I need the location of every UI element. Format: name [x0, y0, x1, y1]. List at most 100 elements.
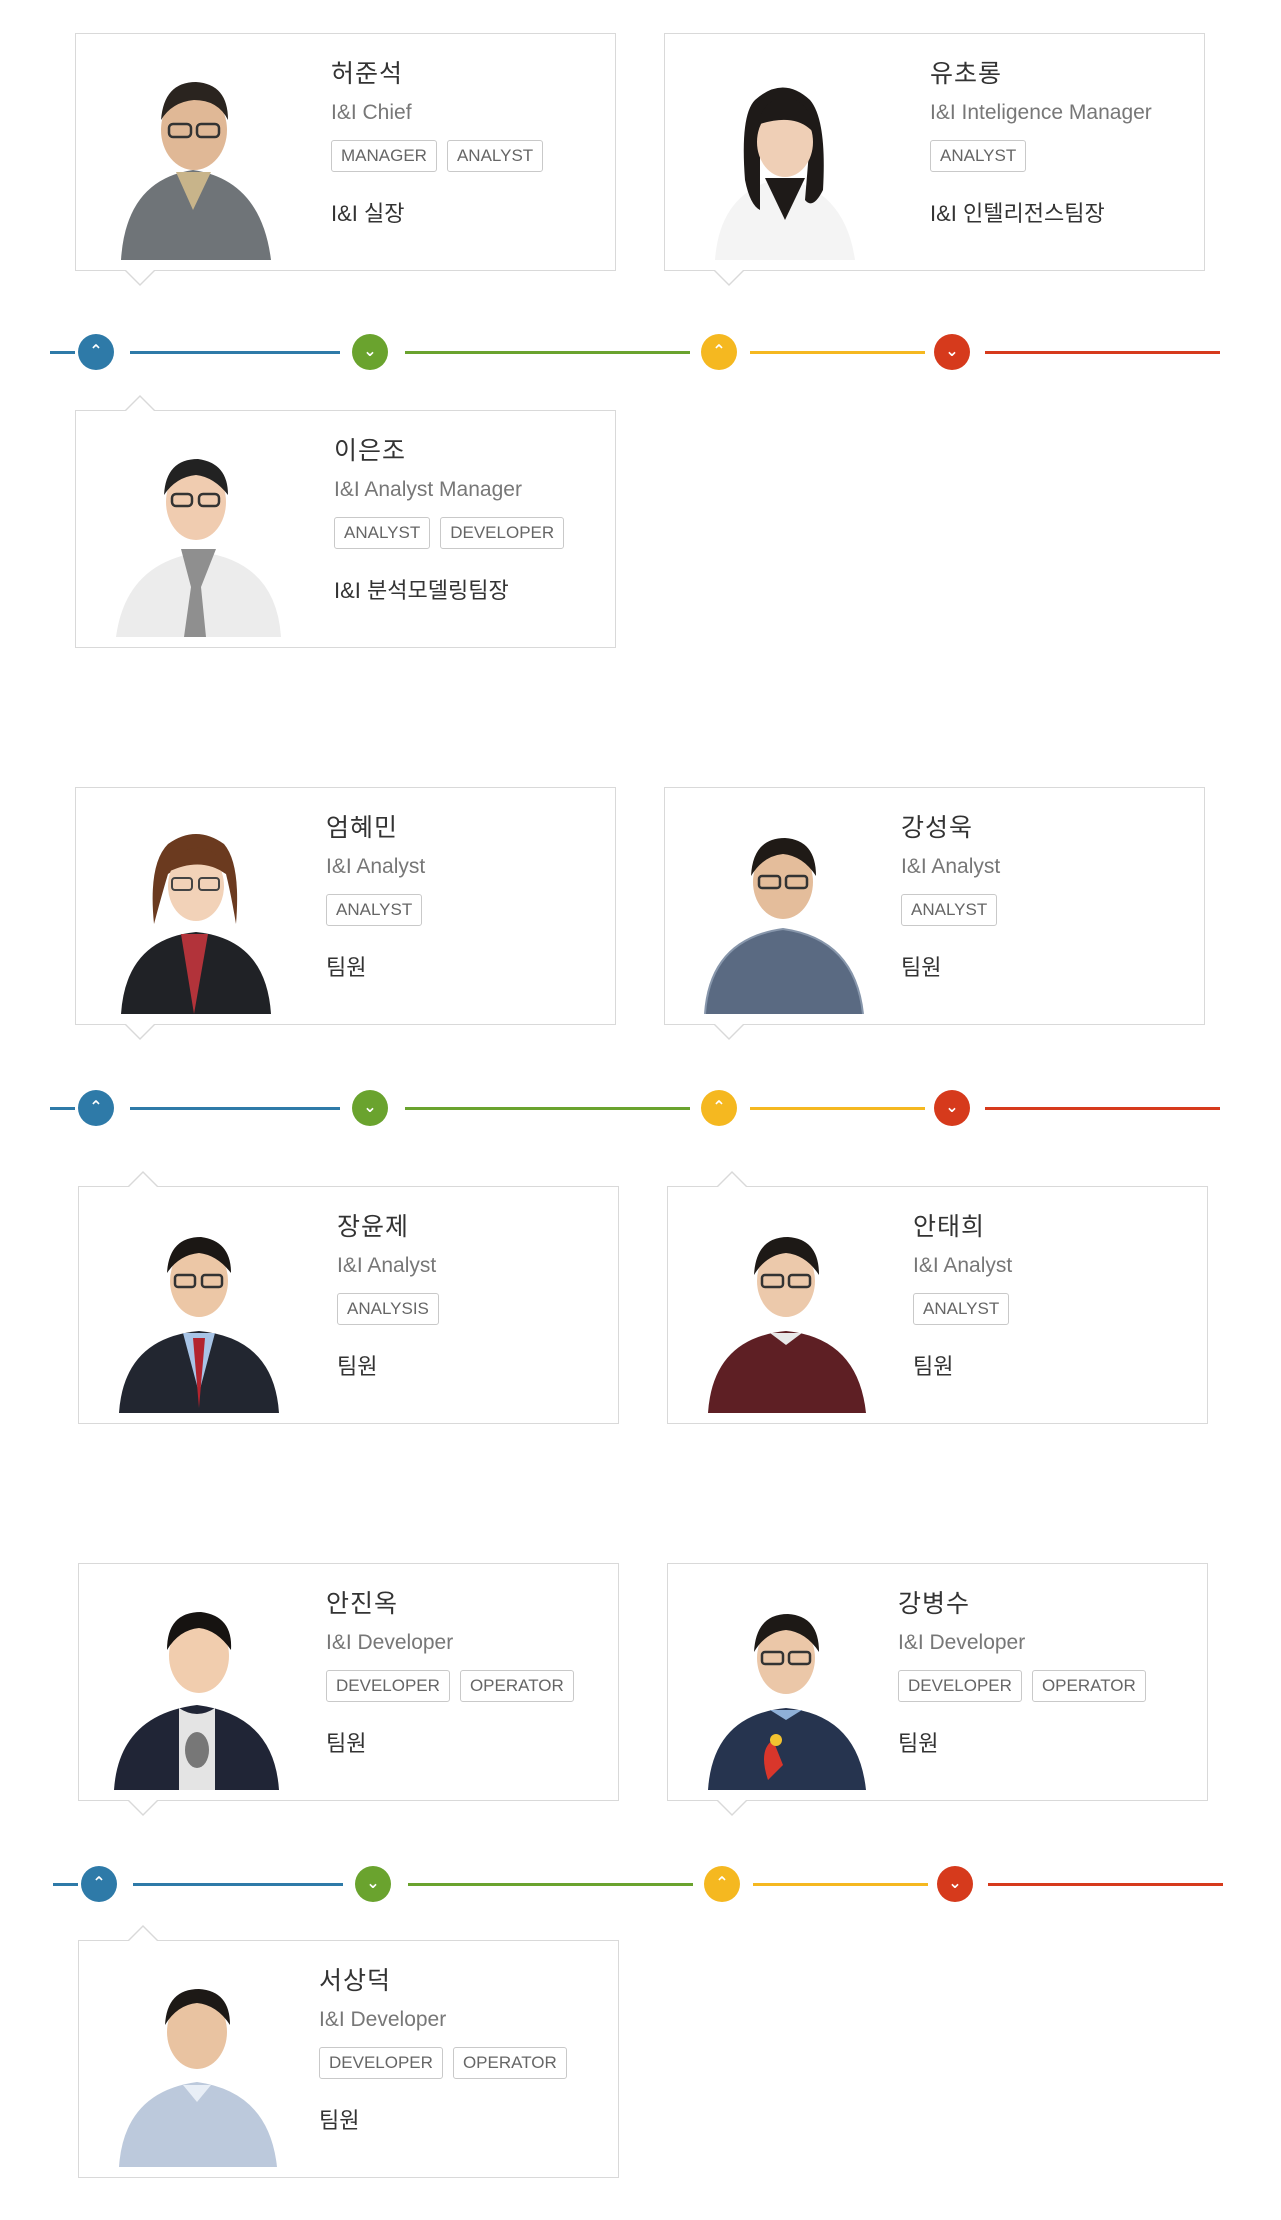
member-photo [106, 814, 281, 1014]
timeline-line [985, 1107, 1220, 1110]
timeline-up-button[interactable]: ⌃ [704, 1866, 740, 1902]
card-pointer [124, 395, 156, 412]
member-card[interactable]: 유초롱 I&I Inteligence Manager ANALYST I&I … [664, 33, 1205, 286]
member-card[interactable]: 장윤제 I&I Analyst ANALYSIS 팀원 [78, 1171, 619, 1424]
member-role: 팀원 [326, 955, 367, 980]
timeline-line [405, 351, 690, 354]
member-photo [109, 1967, 284, 2167]
tag-badge: OPERATOR [459, 1670, 574, 1702]
member-role: I&I 인텔리전스팀장 [930, 201, 1105, 226]
timeline-up-button[interactable]: ⌃ [78, 1090, 114, 1126]
member-role: I&I 실장 [331, 201, 405, 226]
tag-badge: ANALYST [930, 140, 1027, 172]
timeline-line [750, 1107, 925, 1110]
member-name: 유초롱 [930, 60, 1003, 88]
card-pointer [716, 1171, 748, 1188]
timeline-up-button[interactable]: ⌃ [701, 334, 737, 370]
timeline-line [130, 1107, 340, 1110]
timeline-down-button[interactable]: ⌄ [355, 1866, 391, 1902]
tag-badge: MANAGER [331, 140, 437, 172]
member-photo [695, 814, 870, 1015]
card-pointer [124, 1023, 156, 1040]
card-pointer [127, 1925, 159, 1942]
chevron-up-icon: ⌃ [712, 1099, 726, 1116]
timeline-down-button[interactable]: ⌄ [934, 334, 970, 370]
timeline-line [50, 1107, 75, 1110]
member-name: 허준석 [331, 60, 404, 88]
member-title: I&I Chief [331, 101, 412, 124]
member-card[interactable]: 안진옥 I&I Developer DEVELOPER OPERATOR 팀원 [78, 1563, 619, 1816]
chevron-down-icon: ⌄ [945, 343, 959, 360]
member-card[interactable]: 강병수 I&I Developer DEVELOPER OPERATOR 팀원 [667, 1563, 1208, 1816]
timeline-up-button[interactable]: ⌃ [78, 334, 114, 370]
member-card[interactable]: 안태희 I&I Analyst ANALYST 팀원 [667, 1171, 1208, 1424]
timeline-down-button[interactable]: ⌄ [937, 1866, 973, 1902]
member-role: 팀원 [898, 1731, 939, 1756]
timeline-down-button[interactable]: ⌄ [934, 1090, 970, 1126]
tag-badge: DEVELOPER [440, 517, 565, 549]
member-title: I&I Developer [898, 1631, 1026, 1654]
chevron-up-icon: ⌃ [715, 1875, 729, 1892]
member-title: I&I Analyst [901, 855, 1001, 878]
member-role: I&I 분석모델링팀장 [334, 578, 509, 603]
timeline-line [130, 351, 340, 354]
tag-badge: ANALYST [326, 894, 423, 926]
member-card[interactable]: 이은조 I&I Analyst Manager ANALYST DEVELOPER… [75, 395, 616, 648]
timeline-line [750, 351, 925, 354]
member-name: 강성욱 [901, 814, 974, 842]
timeline-line [985, 351, 1220, 354]
tag-badge: ANALYST [901, 894, 998, 926]
tag-badge: ANALYSIS [337, 1293, 439, 1325]
timeline-line [405, 1107, 690, 1110]
member-name: 안태희 [913, 1213, 986, 1241]
timeline: ⌃ ⌄ ⌃ ⌄ [0, 1864, 1281, 1904]
member-card[interactable]: 서상덕 I&I Developer DEVELOPER OPERATOR 팀원 [78, 1925, 619, 2178]
timeline-down-button[interactable]: ⌄ [352, 334, 388, 370]
member-name: 이은조 [334, 437, 407, 465]
chevron-up-icon: ⌃ [92, 1875, 106, 1892]
timeline: ⌃ ⌄ ⌃ ⌄ [0, 1088, 1281, 1128]
tag-badge: ANALYST [913, 1293, 1010, 1325]
member-photo [109, 1213, 284, 1413]
member-name: 강병수 [898, 1590, 971, 1618]
chevron-down-icon: ⌄ [948, 1875, 962, 1892]
member-title: I&I Analyst [337, 1254, 437, 1277]
chevron-down-icon: ⌄ [363, 1099, 377, 1116]
tag-badge: ANALYST [446, 140, 544, 172]
member-role: 팀원 [901, 955, 942, 980]
card-pointer [124, 269, 156, 286]
timeline-up-button[interactable]: ⌃ [701, 1090, 737, 1126]
member-photo [109, 1590, 284, 1790]
member-title: I&I Developer [319, 2008, 447, 2031]
tag-badge: OPERATOR [1031, 1670, 1146, 1702]
member-title: I&I Developer [326, 1631, 454, 1654]
member-card[interactable]: 허준석 I&I Chief MANAGER ANALYST I&I 실장 [75, 33, 616, 286]
timeline: ⌃ ⌄ ⌃ ⌄ [0, 332, 1281, 372]
tag-badge: ANALYST [334, 517, 431, 549]
member-photo [695, 60, 870, 260]
member-title: I&I Analyst Manager [334, 478, 522, 501]
member-title: I&I Inteligence Manager [930, 101, 1152, 124]
member-photo [106, 60, 281, 260]
timeline-down-button[interactable]: ⌄ [352, 1090, 388, 1126]
member-title: I&I Analyst [326, 855, 426, 878]
chevron-up-icon: ⌃ [89, 1099, 103, 1116]
chevron-down-icon: ⌄ [363, 343, 377, 360]
timeline-line [133, 1883, 343, 1886]
member-photo [698, 1213, 873, 1413]
tag-badge: DEVELOPER [319, 2047, 443, 2079]
member-card[interactable]: 엄혜민 I&I Analyst ANALYST 팀원 [75, 787, 616, 1040]
member-role: 팀원 [913, 1354, 954, 1379]
tag-badge: OPERATOR [452, 2047, 567, 2079]
member-role: 팀원 [319, 2108, 360, 2133]
card-pointer [127, 1171, 159, 1188]
member-title: I&I Analyst [913, 1254, 1013, 1277]
chevron-up-icon: ⌃ [89, 343, 103, 360]
card-pointer [716, 1799, 748, 1816]
timeline-up-button[interactable]: ⌃ [81, 1866, 117, 1902]
member-role: 팀원 [326, 1731, 367, 1756]
chevron-up-icon: ⌃ [712, 343, 726, 360]
member-card[interactable]: 강성욱 I&I Analyst ANALYST 팀원 [664, 787, 1205, 1040]
member-name: 엄혜민 [326, 814, 399, 842]
timeline-line [408, 1883, 693, 1886]
